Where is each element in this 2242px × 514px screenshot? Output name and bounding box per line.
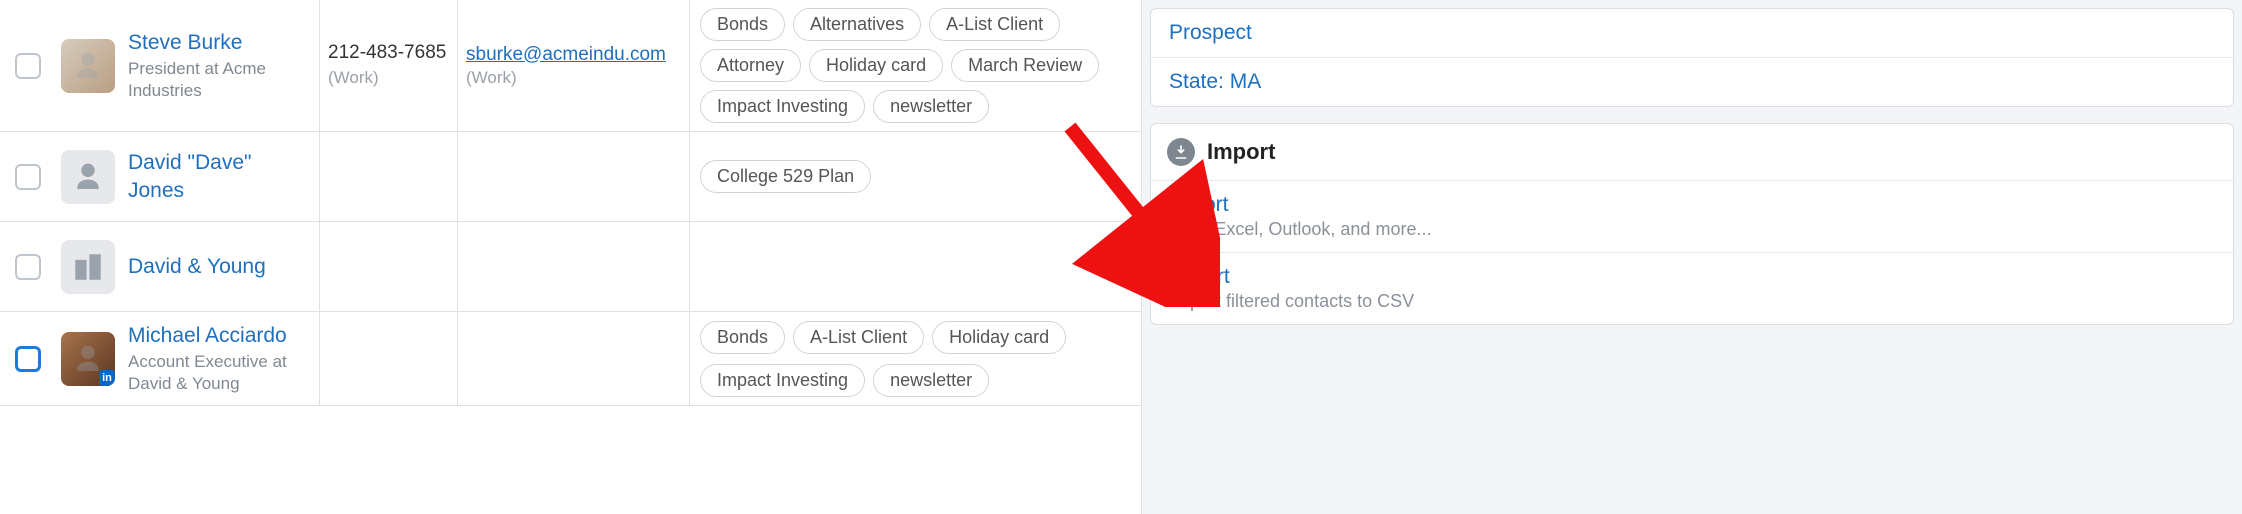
avatar[interactable] — [61, 240, 115, 294]
tag-pill[interactable]: Impact Investing — [700, 90, 865, 123]
import-link[interactable]: Import — [1169, 193, 2215, 217]
import-subtext: CSV, Excel, Outlook, and more... — [1169, 219, 2215, 240]
table-row: David & Young — [0, 222, 1141, 312]
row-checkbox[interactable] — [15, 346, 41, 372]
row-checkbox[interactable] — [15, 254, 41, 280]
table-row: Steve BurkePresident at Acme Industries 2… — [0, 0, 1141, 132]
contacts-table: Steve BurkePresident at Acme Industries 2… — [0, 0, 1141, 406]
table-row: David "Dave" Jones College 529 Plan — [0, 132, 1141, 222]
tag-pill[interactable]: March Review — [951, 49, 1099, 82]
tag-pill[interactable]: College 529 Plan — [700, 160, 871, 193]
contact-subtitle: President at Acme Industries — [128, 58, 311, 102]
contact-name-link[interactable]: David "Dave" Jones — [128, 149, 311, 204]
filter-state[interactable]: State: MA — [1151, 58, 2233, 106]
export-subtext: Export filtered contacts to CSV — [1169, 291, 2215, 312]
row-checkbox[interactable] — [15, 53, 41, 79]
avatar[interactable] — [61, 39, 115, 93]
tag-pill[interactable]: A-List Client — [929, 8, 1060, 41]
tag-pill[interactable]: Attorney — [700, 49, 801, 82]
import-link-row[interactable]: Import CSV, Excel, Outlook, and more... — [1151, 181, 2233, 253]
contact-email-link[interactable]: sburke@acmeindu.com — [466, 44, 681, 66]
tag-pill[interactable]: Alternatives — [793, 8, 921, 41]
avatar[interactable]: in — [61, 332, 115, 386]
table-row: in Michael AcciardoAccount Executive at D… — [0, 312, 1141, 406]
tag-pill[interactable]: Bonds — [700, 321, 785, 354]
tag-pill[interactable]: Holiday card — [809, 49, 943, 82]
contact-name-link[interactable]: Steve Burke — [128, 29, 311, 56]
filter-prospect[interactable]: Prospect — [1151, 9, 2233, 58]
tag-pill[interactable]: Bonds — [700, 8, 785, 41]
import-panel-header: Import — [1151, 124, 2233, 181]
tag-pill[interactable]: A-List Client — [793, 321, 924, 354]
tag-pill[interactable]: newsletter — [873, 90, 989, 123]
filter-state-label: State: MA — [1169, 70, 1261, 93]
sidebar-filters-panel: Prospect State: MA — [1150, 8, 2234, 107]
import-header-icon — [1167, 138, 1195, 166]
export-link-row[interactable]: Export Export filtered contacts to CSV — [1151, 253, 2233, 324]
filter-prospect-label: Prospect — [1169, 21, 1252, 44]
linkedin-badge-icon: in — [99, 370, 115, 386]
sidebar-import-panel: Import Import CSV, Excel, Outlook, and m… — [1150, 123, 2234, 325]
contact-name-link[interactable]: David & Young — [128, 253, 311, 280]
tag-pill[interactable]: Impact Investing — [700, 364, 865, 397]
row-checkbox[interactable] — [15, 164, 41, 190]
contact-subtitle: Account Executive at David & Young — [128, 351, 311, 395]
contact-phone: 212-483-7685 (Work) — [328, 41, 449, 90]
tag-pill[interactable]: newsletter — [873, 364, 989, 397]
avatar[interactable] — [61, 150, 115, 204]
tag-pill[interactable]: Holiday card — [932, 321, 1066, 354]
contact-email-label: (Work) — [466, 68, 681, 88]
import-panel-title: Import — [1207, 139, 1275, 165]
contact-name-link[interactable]: Michael Acciardo — [128, 322, 311, 349]
export-link[interactable]: Export — [1169, 265, 2215, 289]
